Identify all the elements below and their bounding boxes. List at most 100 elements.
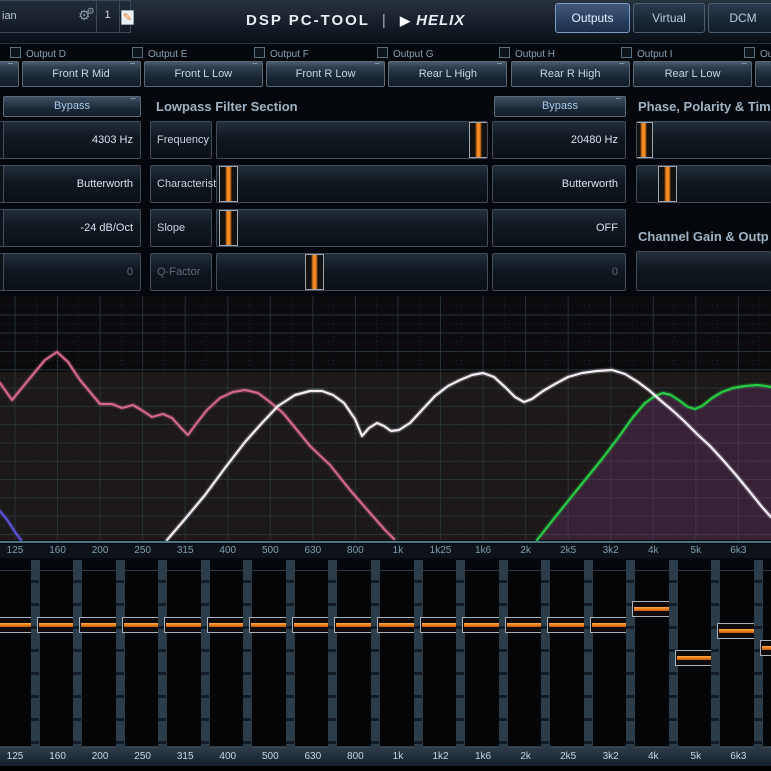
svg-text:400: 400	[219, 545, 236, 556]
lowpass-value-box[interactable]: 0	[492, 253, 626, 291]
output-checkbox[interactable]	[744, 47, 755, 58]
channel-button[interactable]: Front L Low −	[144, 61, 263, 87]
minimize-icon[interactable]: −	[374, 60, 380, 70]
eq-slider-handle[interactable]	[79, 617, 120, 633]
eq-slider-handle[interactable]	[760, 640, 771, 656]
eq-slider-handle[interactable]	[420, 617, 461, 633]
phase-row-slider[interactable]	[636, 121, 771, 159]
eq-slider-well[interactable]	[166, 570, 204, 747]
eq-slider-handle[interactable]	[632, 601, 673, 617]
channel-button[interactable]: Rear R High−	[511, 61, 630, 87]
lowpass-value-box[interactable]: OFF	[492, 209, 626, 247]
eq-slider-handle[interactable]	[122, 617, 163, 633]
frequency-response-graph[interactable]: 1251602002503154005006308001k1k251k62k2k…	[0, 296, 771, 558]
eq-slider-well[interactable]	[81, 570, 119, 747]
top-button-dcm[interactable]: DCM	[708, 3, 771, 33]
eq-slider-handle[interactable]	[547, 617, 588, 633]
eq-handle-orange-bar	[124, 623, 161, 627]
svg-text:800: 800	[347, 545, 364, 556]
eq-slider-well[interactable]	[124, 570, 162, 747]
minimize-icon[interactable]: −	[8, 60, 14, 70]
output-checkbox[interactable]	[377, 47, 388, 58]
lowpass-value-box[interactable]: Butterworth	[492, 165, 626, 203]
eq-slider-well[interactable]	[464, 570, 502, 747]
eq-slider-handle[interactable]	[462, 617, 503, 633]
eq-handle-orange-bar	[592, 623, 629, 627]
top-button-outputs[interactable]: Outputs	[555, 3, 630, 33]
slider-handle[interactable]	[219, 210, 238, 246]
channel-button[interactable]: Rear L Low−	[633, 61, 752, 87]
minimize-icon[interactable]: −	[619, 60, 625, 70]
lowpass-row-slider[interactable]	[216, 253, 488, 291]
phase-row-slider[interactable]	[636, 165, 771, 203]
slider-handle[interactable]	[305, 254, 324, 290]
minimize-icon[interactable]: −	[741, 60, 747, 70]
eq-slider-handle[interactable]	[207, 617, 248, 633]
eq-handle-orange-bar	[251, 623, 288, 627]
eq-slider-well[interactable]	[507, 570, 545, 747]
lowpass-row-slider[interactable]	[216, 121, 488, 159]
eq-slider-well[interactable]	[251, 570, 289, 747]
eq-slider-handle[interactable]	[334, 617, 375, 633]
highpass-value-box[interactable]: Butterworth	[3, 165, 141, 203]
eq-slider-handle[interactable]	[675, 650, 716, 666]
preset-number[interactable]: 1	[97, 9, 118, 21]
highpass-value-box[interactable]: 0	[3, 253, 141, 291]
eq-slider-handle[interactable]	[590, 617, 631, 633]
minimize-icon[interactable]: −	[252, 60, 258, 70]
slider-handle[interactable]	[219, 166, 238, 202]
eq-handle-orange-bar	[39, 623, 76, 627]
eq-slider-handle[interactable]	[37, 617, 78, 633]
slider-handle[interactable]	[658, 166, 677, 202]
eq-slider-well[interactable]	[39, 570, 77, 747]
eq-slider-well[interactable]	[209, 570, 247, 747]
output-checkbox-item: Output H	[499, 47, 555, 59]
channel-button[interactable]: −	[0, 61, 19, 87]
preset-box: ian ⚙⚙ 1 ✎	[0, 0, 131, 33]
eq-slider-handle[interactable]	[292, 617, 333, 633]
eq-slider-well[interactable]	[379, 570, 417, 747]
slider-handle[interactable]	[469, 122, 488, 158]
minimize-icon[interactable]: −	[130, 60, 136, 70]
eq-slider-handle[interactable]	[377, 617, 418, 633]
eq-slider-handle[interactable]	[505, 617, 546, 633]
highpass-value-box[interactable]: -24 dB/Oct	[3, 209, 141, 247]
eq-slider-well[interactable]	[634, 570, 672, 747]
lowpass-bypass-button[interactable]: Bypass −	[494, 96, 626, 117]
eq-slider-well[interactable]	[762, 570, 771, 747]
minimize-icon[interactable]: −	[497, 60, 503, 70]
channel-button[interactable]: Rear L High−	[388, 61, 507, 87]
eq-slider-well[interactable]	[336, 570, 374, 747]
eq-slider-well[interactable]	[422, 570, 460, 747]
channel-button[interactable]: Front R Mid−	[22, 61, 141, 87]
highpass-value-box[interactable]: 4303 Hz	[3, 121, 141, 159]
lowpass-row-slider[interactable]	[216, 165, 488, 203]
eq-slider-well[interactable]	[294, 570, 332, 747]
slider-handle[interactable]	[636, 122, 653, 158]
output-checkbox-item: Output I	[621, 47, 673, 59]
svg-text:4k: 4k	[648, 545, 660, 556]
channel-label: Front L Low	[174, 68, 232, 80]
eq-slider-well[interactable]	[592, 570, 630, 747]
channel-button[interactable]: Front R Low−	[266, 61, 385, 87]
output-checkbox[interactable]	[10, 47, 21, 58]
svg-text:3k2: 3k2	[603, 545, 620, 556]
eq-slider-handle[interactable]	[249, 617, 290, 633]
lowpass-row-slider[interactable]	[216, 209, 488, 247]
top-button-virtual[interactable]: Virtual	[633, 3, 705, 33]
eq-slider-handle[interactable]	[164, 617, 205, 633]
eq-slider-well[interactable]	[549, 570, 587, 747]
output-checkbox[interactable]	[254, 47, 265, 58]
output-checkbox[interactable]	[132, 47, 143, 58]
output-checkbox[interactable]	[621, 47, 632, 58]
lowpass-value-box[interactable]: 20480 Hz	[492, 121, 626, 159]
channel-button[interactable]: −	[755, 61, 771, 87]
eq-band-label: 5k	[675, 747, 717, 766]
eq-slider-well[interactable]	[0, 570, 34, 747]
eq-slider-well[interactable]	[719, 570, 757, 747]
gain-row-slider[interactable]	[636, 251, 771, 291]
edit-pencil-icon[interactable]: ✎	[121, 10, 134, 25]
eq-slider-handle[interactable]	[717, 623, 758, 639]
highpass-bypass-button[interactable]: Bypass −	[3, 96, 141, 117]
output-checkbox[interactable]	[499, 47, 510, 58]
